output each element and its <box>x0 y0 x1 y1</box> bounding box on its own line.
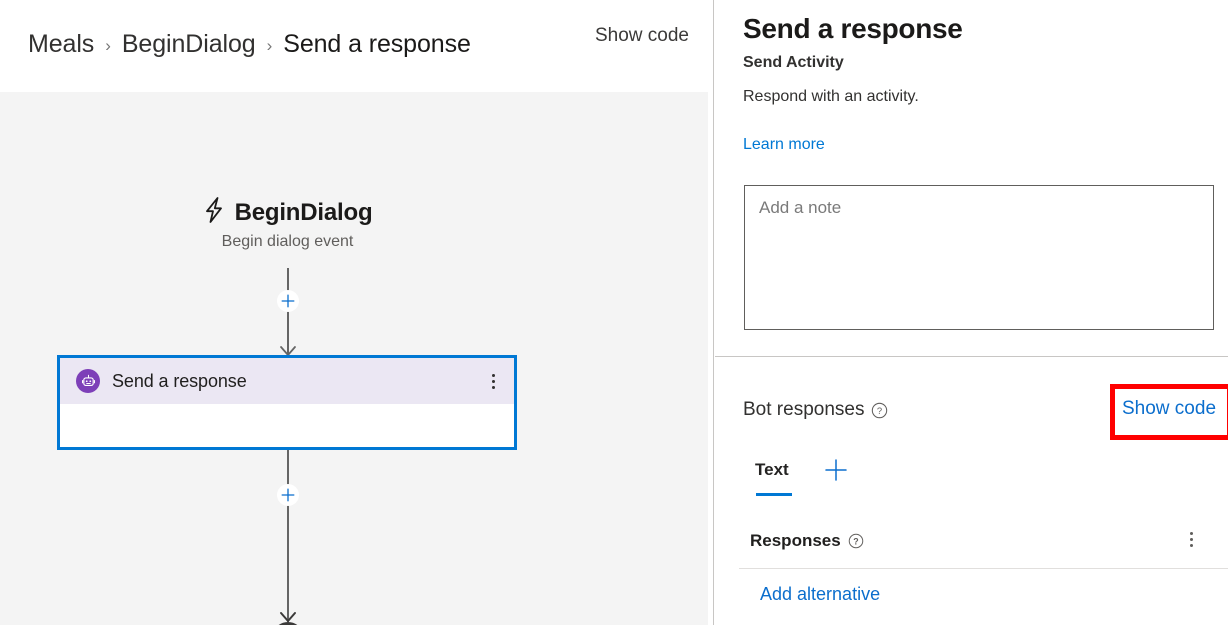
breadcrumb-item-begindialog[interactable]: BeginDialog <box>122 30 256 59</box>
lightning-bolt-icon <box>203 197 225 228</box>
connector-line <box>287 450 289 622</box>
dialog-editor-pane: Meals › BeginDialog › Send a response Sh… <box>0 0 714 625</box>
trigger-subtitle: Begin dialog event <box>221 233 354 250</box>
responses-text: Responses <box>750 531 841 550</box>
help-circle-icon[interactable]: ? <box>871 402 888 419</box>
add-node-icon <box>281 294 295 308</box>
trigger-title-row: BeginDialog <box>0 197 575 228</box>
panel-subtitle: Send Activity <box>743 54 844 71</box>
breadcrumb: Meals › BeginDialog › Send a response <box>28 30 471 59</box>
add-response-type-button[interactable] <box>823 457 849 488</box>
breadcrumb-separator-icon: › <box>266 35 273 55</box>
action-card-send-a-response[interactable]: Send a response <box>57 355 517 450</box>
note-input[interactable] <box>744 185 1214 330</box>
help-circle-icon[interactable]: ? <box>848 533 864 549</box>
svg-text:?: ? <box>853 536 858 546</box>
responses-label: Responses ? <box>750 531 864 551</box>
page-title: Send a response <box>743 13 963 44</box>
add-node-button[interactable] <box>277 484 299 506</box>
trigger-node-begindialog[interactable]: BeginDialog Begin dialog event <box>0 197 575 251</box>
dialog-flow-canvas[interactable]: BeginDialog Begin dialog event Send a re… <box>0 92 708 625</box>
action-card-header: Send a response <box>60 358 514 404</box>
tab-text-active-indicator <box>756 493 792 496</box>
add-alternative-link[interactable]: Add alternative <box>760 584 880 605</box>
svg-text:?: ? <box>877 406 882 417</box>
plus-icon <box>825 459 847 481</box>
panel-description: Respond with an activity. <box>743 88 919 105</box>
add-node-button[interactable] <box>277 290 299 312</box>
breadcrumb-item-send-a-response[interactable]: Send a response <box>283 30 471 59</box>
more-vertical-icon[interactable] <box>1182 532 1200 547</box>
more-vertical-icon[interactable] <box>484 373 502 389</box>
action-card-title: Send a response <box>112 370 247 391</box>
trigger-title: BeginDialog <box>234 198 373 226</box>
add-node-icon <box>281 488 295 502</box>
learn-more-link[interactable]: Learn more <box>743 136 825 154</box>
show-code-link[interactable]: Show code <box>1122 398 1216 420</box>
header-show-code-button[interactable]: Show code <box>594 22 690 49</box>
bot-responses-text: Bot responses <box>743 399 865 420</box>
bot-icon <box>76 369 100 393</box>
panel-divider <box>715 356 1228 357</box>
breadcrumb-item-meals[interactable]: Meals <box>28 30 94 59</box>
breadcrumb-separator-icon: › <box>105 35 111 55</box>
arrow-head-icon <box>278 610 298 622</box>
tab-text[interactable]: Text <box>755 460 789 480</box>
responses-divider <box>739 568 1228 569</box>
action-card-body <box>60 404 514 447</box>
bot-responses-label: Bot responses ? <box>743 399 888 421</box>
breadcrumb-bar: Meals › BeginDialog › Send a response Sh… <box>0 0 713 92</box>
